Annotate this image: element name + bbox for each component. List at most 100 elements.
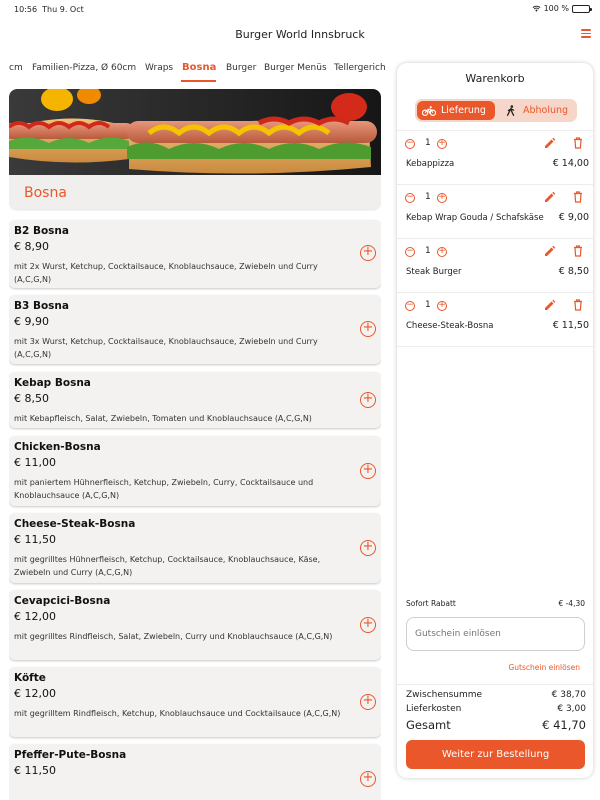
edit-icon[interactable] xyxy=(544,245,556,257)
edit-icon[interactable] xyxy=(544,137,556,149)
product-price: € 12,00 xyxy=(14,687,56,700)
tab-familien-pizza[interactable]: Familien-Pizza, Ø 60cm xyxy=(32,63,136,73)
product-description: mit gegrilltes Hühnerfleisch, Ketchup, C… xyxy=(14,555,321,577)
cart-item: − 1 + Cheese-Steak-Bosna € 11,50 xyxy=(397,293,593,347)
cart-panel: Warenkorb Lieferung Abholung − 1 + Kebap… xyxy=(397,63,593,778)
product-description: mit 3x Wurst, Ketchup, Cocktailsauce, Kn… xyxy=(14,337,318,359)
voucher-link[interactable]: Gutschein einlösen xyxy=(508,663,580,672)
trash-icon[interactable] xyxy=(573,137,583,149)
product-name: Cevapcici-Bosna xyxy=(14,595,111,607)
product-name: Chicken-Bosna xyxy=(14,441,101,453)
product-description: mit gegrilltem Rindfleisch, Ketchup, Kno… xyxy=(14,709,341,718)
product-price: € 8,50 xyxy=(14,392,49,405)
voucher-input[interactable] xyxy=(406,617,585,651)
item-price: € 14,00 xyxy=(552,158,589,169)
product-description: mit Kebapfleisch, Salat, Zwiebeln, Tomat… xyxy=(14,414,312,423)
category-title: Bosna xyxy=(24,185,67,201)
plus-circle-icon[interactable]: + xyxy=(360,245,376,261)
cart-item: − 1 + Steak Burger € 8,50 xyxy=(397,239,593,293)
tab-burger-menues[interactable]: Burger Menüs xyxy=(264,63,327,73)
product-card[interactable]: Cevapcici-Bosna € 12,00 mit gegrilltes R… xyxy=(9,590,381,660)
product-card[interactable]: Chicken-Bosna € 11,00 mit paniertem Hühn… xyxy=(9,436,381,506)
trash-icon[interactable] xyxy=(573,245,583,257)
item-quantity: 1 xyxy=(425,246,431,256)
minus-circle-icon[interactable]: − xyxy=(405,247,415,257)
status-right: 100 % xyxy=(532,4,592,13)
product-card[interactable]: Kebap Bosna € 8,50 mit Kebapfleisch, Sal… xyxy=(9,372,381,428)
bike-icon xyxy=(422,105,436,116)
edit-icon[interactable] xyxy=(544,191,556,203)
minus-circle-icon[interactable]: − xyxy=(405,139,415,149)
tab-cm[interactable]: cm xyxy=(9,63,23,73)
plus-circle-icon[interactable]: + xyxy=(360,392,376,408)
app-title: Burger World Innsbruck xyxy=(235,28,365,41)
total-label: Gesamt xyxy=(406,718,451,732)
menu-icon[interactable] xyxy=(581,29,591,38)
delivery-toggle: Lieferung Abholung xyxy=(415,99,577,122)
tab-wraps[interactable]: Wraps xyxy=(145,63,173,73)
status-bar: 10:56 Thu 9. Oct 100 % xyxy=(0,0,600,18)
item-name: Kebap Wrap Gouda / Schafskäse xyxy=(406,213,544,223)
product-name: Cheese-Steak-Bosna xyxy=(14,518,136,530)
product-card[interactable]: B2 Bosna € 8,90 mit 2x Wurst, Ketchup, C… xyxy=(9,220,381,288)
divider xyxy=(397,684,593,685)
plus-circle-icon[interactable]: + xyxy=(437,193,447,203)
subtotal-row: Zwischensumme € 38,70 xyxy=(406,690,586,700)
item-name: Kebappizza xyxy=(406,159,455,169)
product-card[interactable]: B3 Bosna € 9,90 mit 3x Wurst, Ketchup, C… xyxy=(9,295,381,364)
item-quantity: 1 xyxy=(425,138,431,148)
walk-icon xyxy=(506,104,515,116)
item-quantity: 1 xyxy=(425,300,431,310)
edit-icon[interactable] xyxy=(544,299,556,311)
product-card[interactable]: Cheese-Steak-Bosna € 11,50 mit gegrillte… xyxy=(9,513,381,583)
product-list: Bosna B2 Bosna € 8,90 mit 2x Wurst, Ketc… xyxy=(9,89,381,800)
category-hero: Bosna xyxy=(9,89,381,209)
delivery-option[interactable]: Lieferung xyxy=(417,101,495,120)
plus-circle-icon[interactable]: + xyxy=(360,463,376,479)
discount-label: Sofort Rabatt xyxy=(406,599,456,608)
plus-circle-icon[interactable]: + xyxy=(437,301,447,311)
tab-underline xyxy=(181,80,216,82)
category-tabs: cm Familien-Pizza, Ø 60cm Wraps Bosna Bu… xyxy=(0,56,386,82)
discount-value: € -4,30 xyxy=(558,599,585,608)
product-price: € 9,90 xyxy=(14,315,49,328)
item-quantity: 1 xyxy=(425,192,431,202)
subtotal-label: Zwischensumme xyxy=(406,690,483,700)
item-price: € 11,50 xyxy=(552,320,589,331)
product-card[interactable]: Pfeffer-Pute-Bosna € 11,50 + xyxy=(9,744,381,800)
tab-bosna[interactable]: Bosna xyxy=(182,62,216,73)
product-description: mit paniertem Hühnerfleisch, Ketchup, Zw… xyxy=(14,478,314,500)
status-clock: 10:56 xyxy=(14,5,38,14)
trash-icon[interactable] xyxy=(573,299,583,311)
delivery-cost-label: Lieferkosten xyxy=(406,704,462,714)
plus-circle-icon[interactable]: + xyxy=(437,247,447,257)
trash-icon[interactable] xyxy=(573,191,583,203)
delivery-label: Lieferung xyxy=(441,105,486,116)
status-time: 10:56 Thu 9. Oct xyxy=(14,5,84,14)
product-description: mit 2x Wurst, Ketchup, Cocktailsauce, Kn… xyxy=(14,262,318,284)
product-card[interactable]: Köfte € 12,00 mit gegrilltem Rindfleisch… xyxy=(9,667,381,737)
minus-circle-icon[interactable]: − xyxy=(405,301,415,311)
plus-circle-icon[interactable]: + xyxy=(360,540,376,556)
product-price: € 12,00 xyxy=(14,610,56,623)
minus-circle-icon[interactable]: − xyxy=(405,193,415,203)
tab-burger[interactable]: Burger xyxy=(226,63,256,73)
plus-circle-icon[interactable]: + xyxy=(360,771,376,787)
plus-circle-icon[interactable]: + xyxy=(360,694,376,710)
cart-item: − 1 + Kebap Wrap Gouda / Schafskäse € 9,… xyxy=(397,185,593,239)
tab-tellergerichte[interactable]: Tellergerich xyxy=(334,63,386,73)
plus-circle-icon[interactable]: + xyxy=(437,139,447,149)
plus-circle-icon[interactable]: + xyxy=(360,617,376,633)
cart-title: Warenkorb xyxy=(465,72,525,85)
pickup-option[interactable]: Abholung xyxy=(499,101,575,120)
product-name: Kebap Bosna xyxy=(14,377,91,389)
checkout-button[interactable]: Weiter zur Bestellung xyxy=(406,740,585,769)
product-price: € 11,00 xyxy=(14,456,56,469)
hotdog-image xyxy=(9,89,381,175)
product-name: B2 Bosna xyxy=(14,225,69,237)
product-name: B3 Bosna xyxy=(14,300,69,312)
status-date: Thu 9. Oct xyxy=(42,5,84,14)
item-name: Steak Burger xyxy=(406,267,462,277)
pickup-label: Abholung xyxy=(523,105,569,116)
plus-circle-icon[interactable]: + xyxy=(360,321,376,337)
